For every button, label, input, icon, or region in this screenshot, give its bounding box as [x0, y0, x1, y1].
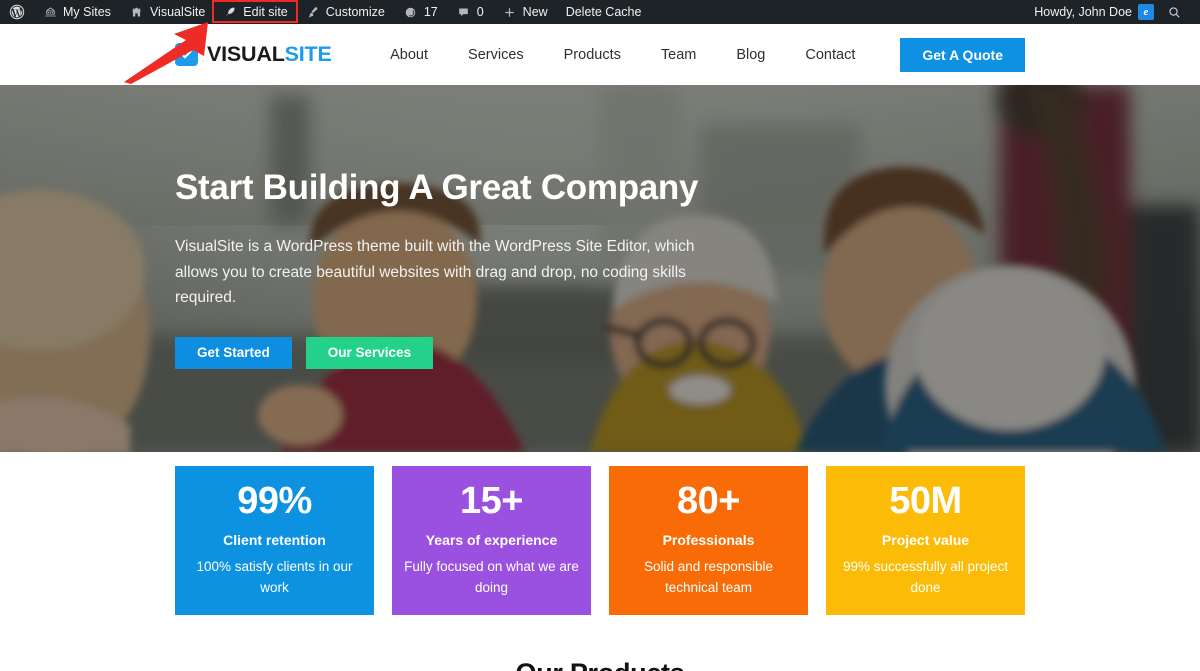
paintbrush-icon	[305, 4, 321, 20]
nav-item-services[interactable]: Services	[448, 47, 544, 63]
get-started-button[interactable]: Get Started	[175, 336, 292, 369]
stat-card-project-value: 50M Project value 99% successfully all p…	[826, 466, 1025, 615]
admin-bar-label-new-content: New	[522, 5, 548, 19]
admin-bar-item-comments[interactable]: 0	[447, 0, 493, 24]
site-logo[interactable]: VISUALSITE	[175, 42, 332, 67]
stats-section: 99% Client retention 100% satisfy client…	[0, 452, 1200, 642]
hero-content: Start Building A Great Company VisualSit…	[175, 85, 835, 452]
nav-item-products[interactable]: Products	[544, 47, 641, 63]
admin-bar-label-site-name: VisualSite	[149, 5, 206, 19]
nav-item-contact[interactable]: Contact	[785, 47, 875, 63]
browser-page: My Sites VisualSite Edit site Customize …	[0, 0, 1200, 671]
stat-desc: 100% satisfy clients in our work	[196, 559, 353, 595]
admin-bar-my-account[interactable]: Howdy, John Doe e	[1025, 0, 1158, 24]
products-section: Our Products	[0, 642, 1200, 671]
stat-card-professionals: 80+ Professionals Solid and responsible …	[609, 466, 808, 615]
wordpress-logo-icon	[9, 4, 25, 20]
comment-bubble-icon	[456, 4, 472, 20]
admin-bar-item-site-name[interactable]: VisualSite	[120, 0, 214, 24]
stat-card-years-of-experience: 15+ Years of experience Fully focused on…	[392, 466, 591, 615]
stat-label: Years of experience	[425, 532, 558, 549]
checkmark-logo-icon	[175, 43, 198, 66]
admin-bar-item-my-sites[interactable]: My Sites	[33, 0, 120, 24]
avatar: e	[1138, 4, 1154, 20]
stats-row: 99% Client retention 100% satisfy client…	[175, 466, 1025, 615]
admin-bar-howdy-label: Howdy, John Doe	[1034, 5, 1132, 19]
wp-admin-bar: My Sites VisualSite Edit site Customize …	[0, 0, 1200, 24]
site-logo-text: VISUALSITE	[207, 42, 332, 67]
stat-label: Client retention	[223, 532, 326, 549]
admin-bar-item-updates[interactable]: 17	[394, 0, 447, 24]
hero-section: Start Building A Great Company VisualSit…	[0, 85, 1200, 452]
hero-paragraph: VisualSite is a WordPress theme built wi…	[175, 238, 695, 306]
admin-bar-search-button[interactable]	[1158, 4, 1192, 20]
hero-title: Start Building A Great Company	[175, 168, 699, 208]
stat-desc: Solid and responsible technical team	[643, 559, 774, 595]
site-editor-pin-icon	[222, 4, 238, 20]
logo-text-primary: VISUAL	[207, 42, 285, 66]
stat-number: 15+	[460, 480, 523, 523]
admin-bar-label-updates-count: 17	[423, 5, 438, 19]
stat-number: 99%	[237, 480, 312, 523]
admin-bar-label-customize: Customize	[325, 5, 385, 19]
admin-bar-item-delete-cache[interactable]: Delete Cache	[557, 0, 651, 24]
our-services-button[interactable]: Our Services	[305, 336, 434, 369]
admin-bar-item-customize[interactable]: Customize	[296, 0, 394, 24]
products-heading: Our Products	[0, 660, 1200, 671]
dashboard-house-icon	[129, 4, 145, 20]
stat-label: Professionals	[662, 532, 755, 549]
admin-bar-right-group: Howdy, John Doe e	[1025, 0, 1200, 24]
admin-bar-item-new-content[interactable]: New	[493, 0, 557, 24]
admin-bar-label-my-sites: My Sites	[63, 5, 111, 19]
stat-label: Project value	[881, 532, 970, 549]
primary-nav: About Services Products Team Blog Contac…	[370, 37, 1025, 72]
stat-card-client-retention: 99% Client retention 100% satisfy client…	[175, 466, 374, 615]
admin-bar-label-edit-site: Edit site	[243, 5, 288, 19]
admin-bar-wordpress-logo[interactable]	[0, 0, 33, 24]
stat-number: 80+	[677, 480, 740, 523]
stat-desc: 99% successfully all project done	[842, 559, 1009, 595]
site-header-inner: VISUALSITE About Services Products Team …	[0, 37, 1200, 72]
network-sites-icon	[42, 4, 58, 20]
admin-bar-item-edit-site[interactable]: Edit site	[212, 0, 298, 24]
search-icon	[1166, 4, 1182, 20]
admin-bar-label-comments-count: 0	[476, 5, 484, 19]
hero-buttons: Get Started Our Services	[175, 336, 835, 369]
logo-text-accent: SITE	[284, 42, 332, 66]
nav-item-team[interactable]: Team	[641, 47, 716, 63]
admin-bar-left-group: My Sites VisualSite Edit site Customize …	[0, 0, 650, 24]
stat-desc: Fully focused on what we are doing	[404, 559, 579, 595]
updates-refresh-icon	[403, 4, 419, 20]
plus-icon	[502, 4, 518, 20]
admin-bar-label-delete-cache: Delete Cache	[565, 5, 642, 19]
stat-number: 50M	[889, 480, 962, 523]
nav-item-about[interactable]: About	[370, 47, 448, 63]
nav-item-blog[interactable]: Blog	[716, 47, 785, 63]
get-a-quote-button[interactable]: Get A Quote	[900, 37, 1025, 72]
site-header: VISUALSITE About Services Products Team …	[0, 24, 1200, 85]
